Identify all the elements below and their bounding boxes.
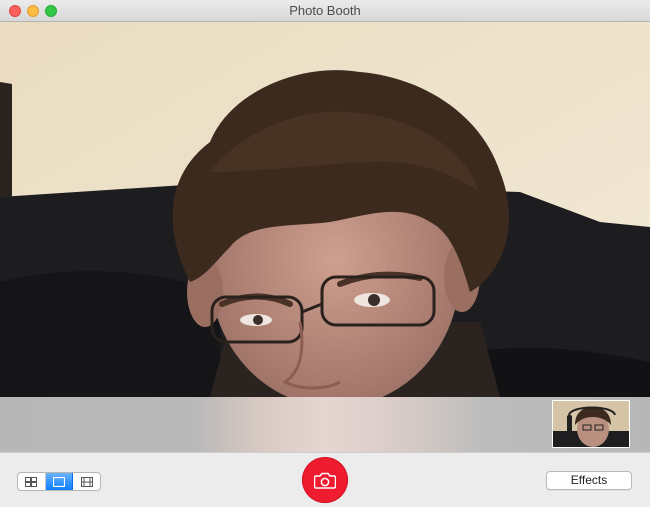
thumbnail-image [553, 401, 629, 447]
video-icon [80, 476, 93, 487]
title-bar[interactable]: Photo Booth [0, 0, 650, 22]
single-photo-icon [53, 476, 65, 487]
photo-thumbnail[interactable] [552, 400, 630, 448]
single-photo-mode-button[interactable] [45, 473, 74, 490]
window-title: Photo Booth [289, 3, 361, 18]
photo-strip [0, 397, 650, 452]
effects-button[interactable]: Effects [546, 471, 632, 490]
four-up-mode-button[interactable] [18, 473, 46, 490]
take-photo-button[interactable] [302, 457, 348, 503]
camera-preview [0, 22, 650, 397]
four-up-icon [25, 476, 38, 487]
photo-booth-window: Photo Booth Effects [0, 0, 650, 507]
camera-feed-image [0, 22, 650, 397]
camera-icon [314, 472, 336, 489]
layout-mode-control[interactable] [17, 472, 101, 491]
video-mode-button[interactable] [73, 473, 100, 490]
